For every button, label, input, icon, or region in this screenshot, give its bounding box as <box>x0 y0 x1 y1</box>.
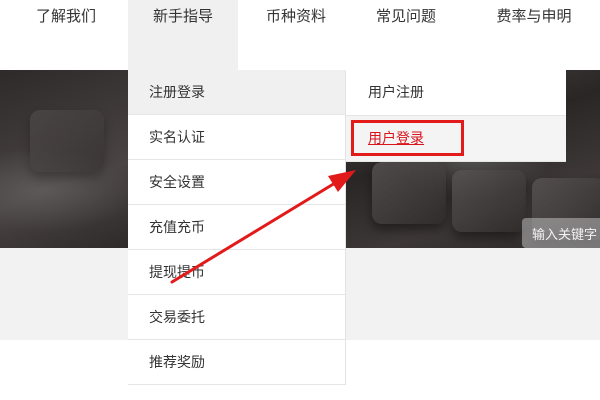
nav-item-beginner-guide[interactable]: 新手指导 <box>128 0 238 70</box>
dropdown-item-deposit[interactable]: 充值充币 <box>128 205 345 250</box>
dropdown-item-withdraw[interactable]: 提现提币 <box>128 250 345 295</box>
top-navigation-bar: 了解我们 新手指导 币种资料 常见问题 费率与申明 <box>0 0 600 70</box>
nav-item-faq[interactable]: 常见问题 <box>366 0 446 70</box>
beginner-guide-dropdown: 注册登录 实名认证 安全设置 充值充币 提现提币 交易委托 推荐奖励 <box>128 70 346 385</box>
dropdown-item-trade-orders[interactable]: 交易委托 <box>128 295 345 340</box>
dropdown-item-real-name-verification[interactable]: 实名认证 <box>128 115 345 160</box>
submenu-item-label: 用户注册 <box>368 85 424 101</box>
keyboard-key-graphic <box>452 170 526 232</box>
dropdown-item-register-login[interactable]: 注册登录 <box>128 70 345 115</box>
keyboard-key-graphic <box>30 110 104 172</box>
submenu-item-user-register[interactable]: 用户注册 <box>346 70 566 116</box>
nav-item-fees-statement[interactable]: 费率与申明 <box>484 0 584 70</box>
annotation-highlight-box <box>351 120 464 156</box>
nav-item-coin-info[interactable]: 币种资料 <box>256 0 336 70</box>
keyboard-key-graphic <box>372 162 446 224</box>
dropdown-item-security-settings[interactable]: 安全设置 <box>128 160 345 205</box>
nav-item-about-us[interactable]: 了解我们 <box>28 0 104 70</box>
dropdown-item-referral-rewards[interactable]: 推荐奖励 <box>128 340 345 385</box>
search-input[interactable]: 输入关键字 <box>522 218 600 248</box>
